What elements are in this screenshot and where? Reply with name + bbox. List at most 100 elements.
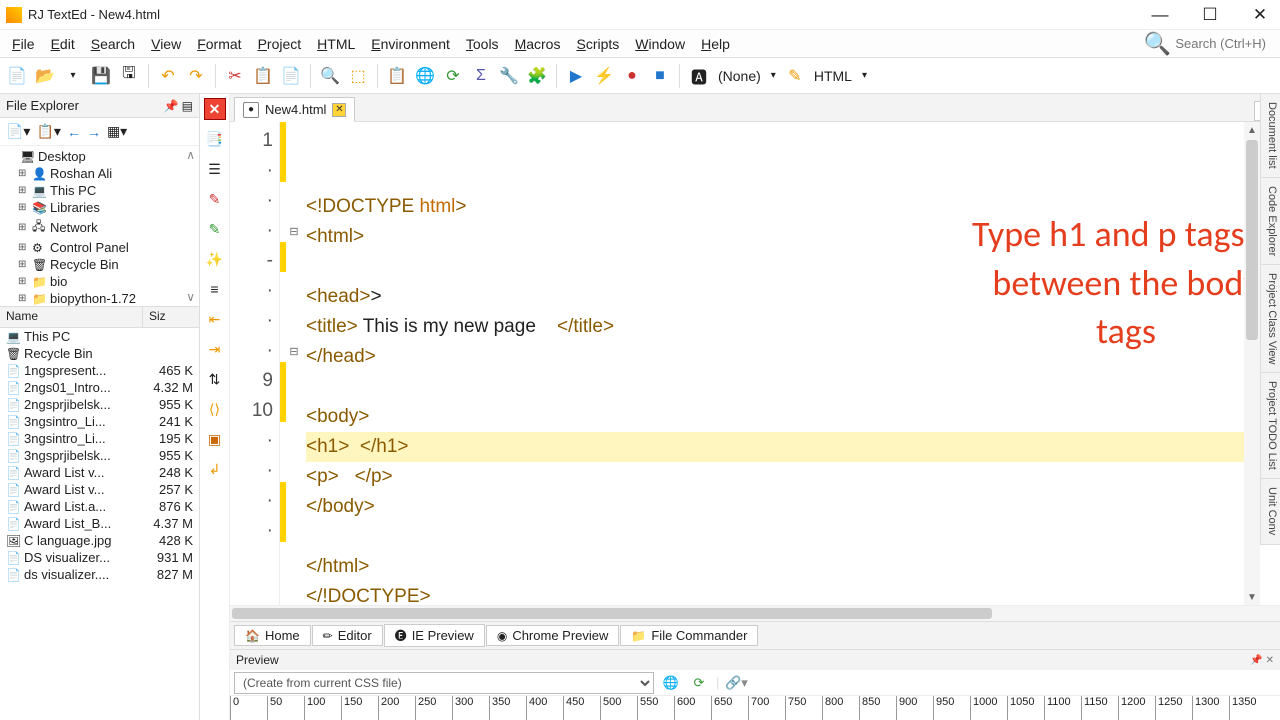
indent-left-icon[interactable]: ⇤ [204,308,226,330]
undo-button[interactable]: ↶ [155,63,181,89]
copy-path-icon[interactable]: 📋▾ [36,123,60,140]
tab-close-icon[interactable]: ✕ [332,103,346,117]
file-row[interactable]: 📄2ngsprjibelsk...955 K [0,396,199,413]
scroll-down-icon[interactable]: ∨ [186,290,195,304]
col-size[interactable]: Siz [143,307,199,327]
lines-icon[interactable]: ≡ [204,278,226,300]
up-folder-icon[interactable]: 📄▾ [6,123,30,140]
tag-icon[interactable]: ⟨⟩ [204,398,226,420]
right-tab-unit-conv[interactable]: Unit Conv [1261,479,1280,544]
wand-icon[interactable]: ✨ [204,248,226,270]
forward-button[interactable]: → [87,124,101,140]
save-all-button[interactable]: 🖫 [116,63,142,89]
find-button[interactable]: 🔍 [317,63,343,89]
file-row[interactable]: 📄3ngsintro_Li...241 K [0,413,199,430]
clipboard-button[interactable]: 📋 [384,63,410,89]
indent-right-icon[interactable]: ⇥ [204,338,226,360]
bottom-tab-file-commander[interactable]: 📁File Commander [620,625,758,646]
highlight-button[interactable]: ⬚ [345,63,371,89]
wrap-icon[interactable]: ↲ [204,458,226,480]
tree-item[interactable]: ⊞🗑Recycle Bin [4,256,195,273]
duplicate-icon[interactable]: 📑 [204,128,226,150]
menu-scripts[interactable]: Scripts [568,33,627,55]
menu-file[interactable]: File [4,33,43,55]
lang-drop-icon[interactable]: ▾ [858,70,871,81]
paste-button[interactable]: 📄 [278,63,304,89]
file-row[interactable]: 📄1ngspresent...465 K [0,362,199,379]
close-all-button[interactable]: ✕ [204,98,226,120]
preview-globe-icon[interactable]: 🌐 [660,672,682,694]
tree-item[interactable]: ⊞🖧Network [4,216,195,239]
encoding-drop-icon[interactable]: ▾ [767,70,780,81]
minimize-button[interactable]: — [1146,5,1174,25]
right-tab-document-list[interactable]: Document list [1261,94,1280,178]
menu-edit[interactable]: Edit [43,33,83,55]
right-tab-code-explorer[interactable]: Code Explorer [1261,178,1280,265]
tree-item[interactable]: ⊞📁biopython-1.72 [4,290,195,306]
document-tab[interactable]: ● New4.html ✕ [234,97,355,122]
lang-icon[interactable]: ✎ [782,63,808,89]
preview-refresh-icon[interactable]: ⟳ [688,672,710,694]
menu-project[interactable]: Project [250,33,310,55]
record-button[interactable]: ● [619,63,645,89]
file-row[interactable]: 📄3ngsintro_Li...195 K [0,430,199,447]
file-row[interactable]: 📄Award List v...248 K [0,464,199,481]
file-row[interactable]: 💻This PC [0,328,199,345]
plugin-button[interactable]: 🧩 [524,63,550,89]
lang-label[interactable]: HTML [810,68,856,84]
compile-button[interactable]: ⚡ [591,63,617,89]
hscroll-thumb[interactable] [232,608,992,619]
fold-gutter[interactable]: ⊟⊟ [286,122,302,605]
bottom-tab-editor[interactable]: ✏Editor [312,625,383,646]
bottom-tab-home[interactable]: 🏠Home [234,625,311,646]
edit-green-icon[interactable]: ✎ [204,218,226,240]
cut-button[interactable]: ✂ [222,63,248,89]
bottom-tab-chrome-preview[interactable]: ◉Chrome Preview [486,625,620,646]
open-button[interactable]: 📂 [32,63,58,89]
vertical-scrollbar[interactable]: ▲ ▼ [1244,122,1260,605]
refresh-button[interactable]: ⟳ [440,63,466,89]
folder-tree[interactable]: ∧ ∨ 🖥Desktop⊞👤Roshan Ali⊞💻This PC⊞📚Libra… [0,146,199,306]
horizontal-scrollbar[interactable] [230,605,1280,621]
edit-red-icon[interactable]: ✎ [204,188,226,210]
encoding-icon[interactable]: 🅰 [686,63,712,89]
stop-button[interactable]: ■ [647,63,673,89]
tree-item[interactable]: ⊞💻This PC [4,182,195,199]
save-button[interactable]: 💾 [88,63,114,89]
bottom-tab-ie-preview[interactable]: 🅔IE Preview [384,624,485,647]
maximize-button[interactable]: ☐ [1196,5,1224,25]
col-name[interactable]: Name [0,307,143,327]
css-select[interactable]: (Create from current CSS file) [234,672,654,694]
file-row[interactable]: 📄ds visualizer....827 M [0,566,199,583]
sigma-button[interactable]: Σ [468,63,494,89]
back-button[interactable]: ← [67,124,81,140]
menu-search[interactable]: Search [83,33,143,55]
tree-item[interactable]: ⊞📁bio [4,273,195,290]
run-button[interactable]: ▶ [563,63,589,89]
code-content[interactable]: <!DOCTYPE html><html><head>><title> This… [302,122,1280,605]
tree-item[interactable]: ⊞👤Roshan Ali [4,165,195,182]
file-row[interactable]: 🗑Recycle Bin [0,345,199,362]
bracket-icon[interactable]: ▣ [204,428,226,450]
list-icon[interactable]: ☰ [204,158,226,180]
file-row[interactable]: 📄Award List_B...4.37 M [0,515,199,532]
file-row[interactable]: 📄Award List.a...876 K [0,498,199,515]
scroll-up-arrow-icon[interactable]: ▲ [1244,122,1260,138]
encoding-label[interactable]: (None) [714,68,765,84]
file-row[interactable]: 📄Award List v...257 K [0,481,199,498]
view-button-icon[interactable]: ▦▾ [107,123,127,140]
menu-macros[interactable]: Macros [507,33,569,55]
panel-menu-icon[interactable]: ▤ [182,99,193,113]
new-file-button[interactable]: 📄 [4,63,30,89]
file-row[interactable]: 📄3ngsprjibelsk...955 K [0,447,199,464]
file-row[interactable]: 📄2ngs01_Intro...4.32 M [0,379,199,396]
file-row[interactable]: 🖼C language.jpg428 K [0,532,199,549]
sort-icon[interactable]: ⇅ [204,368,226,390]
preview-pin-icon[interactable]: 📌 ✕ [1250,655,1274,666]
file-list[interactable]: 💻This PC🗑Recycle Bin📄1ngspresent...465 K… [0,328,199,720]
open-recent-button[interactable]: ▾ [60,63,86,89]
menu-view[interactable]: View [143,33,189,55]
redo-button[interactable]: ↷ [183,63,209,89]
menu-search[interactable]: 🔍 Search (Ctrl+H) [1144,31,1276,57]
tree-item[interactable]: ⊞📚Libraries [4,199,195,216]
